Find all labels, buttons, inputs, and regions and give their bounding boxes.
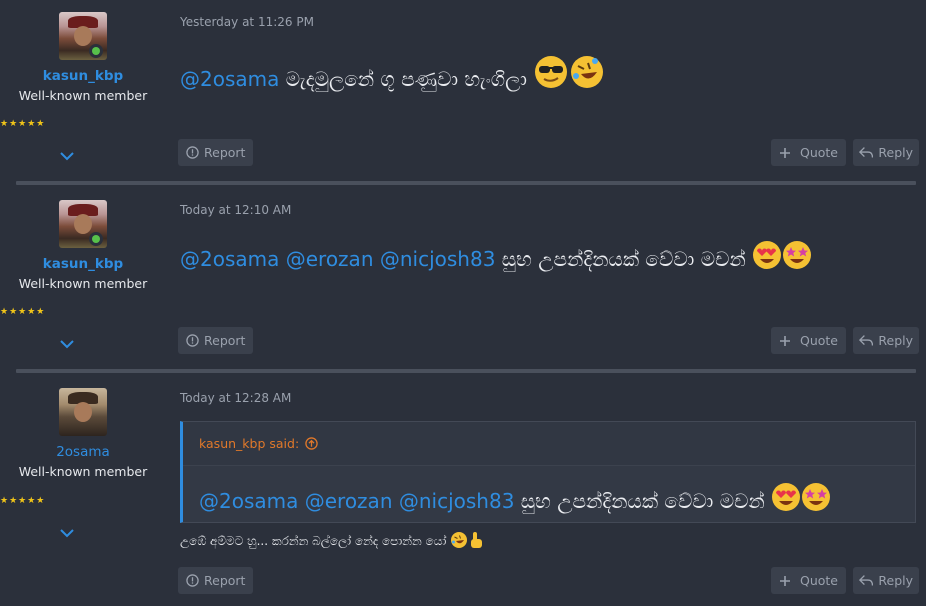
post-2: kasun_kbp Well-known member ★★★★★ Today … (0, 188, 926, 370)
post-timestamp[interactable]: Today at 12:10 AM (180, 203, 291, 217)
expand-chevron-icon[interactable] (57, 149, 77, 163)
post-message: @2osama මැදමුලනේ ගූ පණුවා හැංගිලා (180, 54, 605, 95)
plus-icon (780, 335, 790, 346)
reply-label: Reply (878, 145, 913, 160)
online-status-icon (89, 44, 103, 58)
username[interactable]: 2osama (16, 444, 150, 460)
report-button[interactable]: Report (178, 327, 254, 354)
expand-chevron-icon[interactable] (57, 526, 77, 540)
report-button[interactable]: Report (178, 567, 254, 594)
post-timestamp[interactable]: Yesterday at 11:26 PM (180, 15, 314, 29)
message-text: සුභ උපන්දිනයක් වේවා මචන් (501, 247, 746, 271)
post-separator (16, 369, 916, 373)
user-title: Well-known member (18, 464, 148, 479)
rating-stars: ★★★★★ (0, 119, 46, 129)
avatar[interactable] (59, 200, 107, 248)
quote-label: Quote (800, 333, 839, 348)
quote-author[interactable]: kasun_kbp said: (199, 436, 299, 451)
rolling-laughing-face-icon (450, 531, 468, 552)
alert-icon (186, 146, 199, 159)
user-block: kasun_kbp Well-known member (16, 200, 150, 292)
rolling-laughing-face-icon (569, 54, 605, 95)
report-label: Report (204, 145, 246, 160)
report-label: Report (204, 333, 246, 348)
reply-button[interactable]: Reply (853, 567, 919, 594)
mention-link[interactable]: @nicjosh83 (399, 489, 515, 513)
mention-link[interactable]: @nicjosh83 (380, 247, 496, 271)
plus-icon (780, 575, 790, 586)
user-title: Well-known member (18, 88, 148, 103)
message-text: උඹේ අම්මට හු... කරන්න බල්ලෝ නේද පොන්න යෝ (180, 534, 447, 548)
report-label: Report (204, 573, 246, 588)
username[interactable]: kasun_kbp (16, 256, 150, 272)
quote-header[interactable]: kasun_kbp said: (183, 422, 915, 466)
pointing-up-hand-icon (468, 531, 484, 552)
rating-stars: ★★★★★ (0, 307, 46, 317)
report-button[interactable]: Report (178, 139, 254, 166)
reply-arrow-icon (859, 575, 874, 586)
reply-label: Reply (878, 573, 913, 588)
quote-button[interactable]: Quote (771, 139, 847, 166)
reply-arrow-icon (859, 335, 874, 346)
post-1: kasun_kbp Well-known member ★★★★★ Yester… (0, 0, 926, 184)
star-struck-face-icon (782, 240, 812, 275)
quote-content: @2osama @erozan @nicjosh83 සුභ උපන්දිනයක… (183, 466, 915, 522)
expand-chevron-icon[interactable] (57, 337, 77, 351)
mention-link[interactable]: @2osama (199, 489, 298, 513)
reply-arrow-icon (859, 147, 874, 158)
post-3: 2osama Well-known member ★★★★★ Today at … (0, 376, 926, 606)
avatar[interactable] (59, 12, 107, 60)
reply-label: Reply (878, 333, 913, 348)
mention-link[interactable]: @erozan (286, 247, 374, 271)
avatar[interactable] (59, 388, 107, 436)
sunglasses-face-icon (533, 54, 569, 95)
reply-button[interactable]: Reply (853, 139, 919, 166)
post-message: @2osama @erozan @nicjosh83 සුභ උපන්දිනයක… (180, 240, 812, 275)
alert-icon (186, 334, 199, 347)
quote-label: Quote (800, 573, 839, 588)
quote-button[interactable]: Quote (771, 567, 847, 594)
quote-label: Quote (800, 145, 839, 160)
heart-eyes-face-icon (771, 482, 801, 517)
user-title: Well-known member (18, 276, 148, 291)
user-block: kasun_kbp Well-known member (16, 12, 150, 104)
star-struck-face-icon (801, 482, 831, 517)
mention-link[interactable]: @2osama (180, 67, 279, 91)
online-status-icon (89, 232, 103, 246)
username[interactable]: kasun_kbp (16, 68, 150, 84)
heart-eyes-face-icon (752, 240, 782, 275)
mention-link[interactable]: @2osama (180, 247, 279, 271)
post-timestamp[interactable]: Today at 12:28 AM (180, 391, 291, 405)
quote-text: සුභ උපන්දිනයක් වේවා මචන් (520, 489, 765, 513)
alert-icon (186, 574, 199, 587)
quote-button[interactable]: Quote (771, 327, 847, 354)
post-message: උඹේ අම්මට හු... කරන්න බල්ලෝ නේද පොන්න යෝ (180, 531, 484, 552)
user-block: 2osama Well-known member (16, 388, 150, 480)
rating-stars: ★★★★★ (0, 496, 46, 506)
plus-icon (780, 147, 790, 158)
mention-link[interactable]: @erozan (305, 489, 393, 513)
reply-button[interactable]: Reply (853, 327, 919, 354)
post-separator (16, 181, 916, 185)
message-text: මැදමුලනේ ගූ පණුවා හැංගිලා (285, 67, 527, 91)
quote-block: kasun_kbp said: @2osama @erozan @nicjosh… (180, 421, 916, 523)
arrow-up-circle-icon[interactable] (305, 437, 318, 450)
